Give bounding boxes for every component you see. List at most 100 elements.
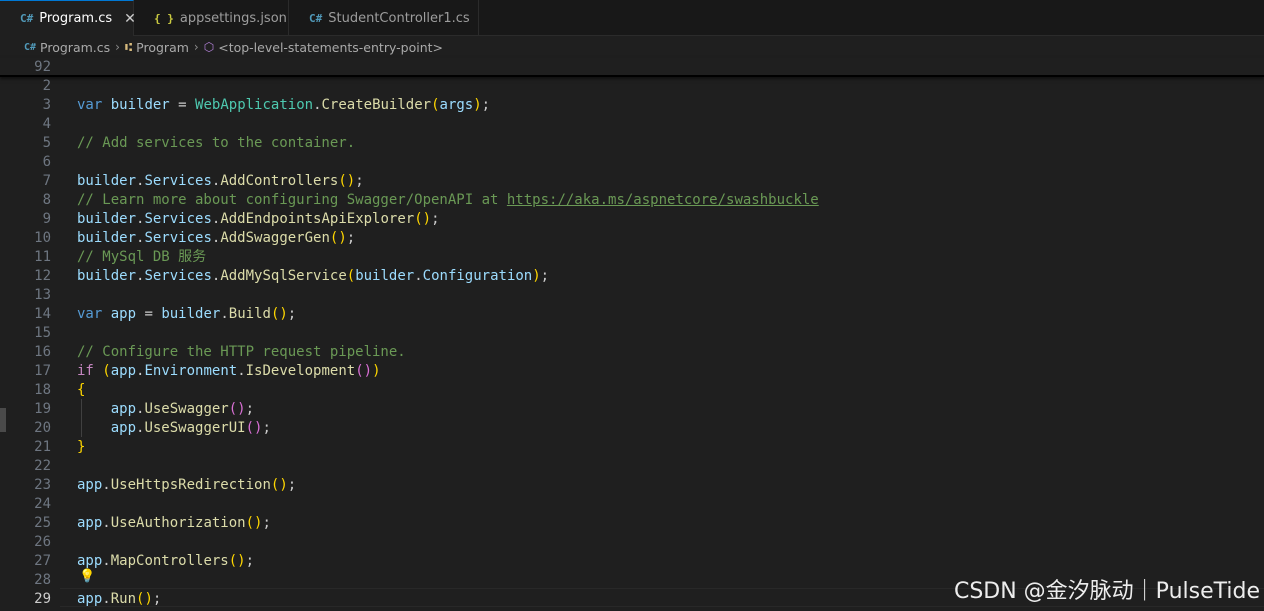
code-token: Run [110, 591, 137, 607]
code-token: IsDevelopment [245, 363, 356, 379]
code-token: if [77, 363, 94, 379]
breadcrumb: C# Program.cs › ⑆ Program › ⬡ <top-level… [0, 36, 1264, 58]
tab-studentcontroller1-cs[interactable]: C# StudentController1.cs [289, 0, 479, 36]
line-number: 18 [34, 382, 51, 398]
method-cube-icon: ⬡ [203, 40, 215, 54]
code-token: () [136, 591, 153, 607]
line-number: 8 [42, 192, 51, 208]
code-token: . [237, 363, 246, 379]
breadcrumb-item-entry-point[interactable]: <top-level-statements-entry-point> [218, 40, 443, 55]
code-token: var [77, 306, 103, 322]
code-token: app [77, 515, 103, 531]
chevron-right-icon: › [193, 40, 199, 54]
code-line[interactable]: 12 builder.Services.AddMySqlService(build… [0, 267, 1264, 286]
code-token: Services [144, 173, 212, 189]
code-line[interactable]: 19 app.UseSwagger(); [0, 400, 1264, 419]
code-token: ) [532, 268, 541, 284]
tab-program-cs[interactable]: C# Program.cs ✕ [0, 0, 136, 36]
code-line[interactable]: 8 // Learn more about configuring Swagger… [0, 191, 1264, 210]
code-token: . [102, 553, 111, 569]
code-text: app.Run(); [77, 590, 161, 609]
breadcrumb-item-file[interactable]: Program.cs [40, 40, 110, 55]
code-token: app [77, 553, 103, 569]
code-line[interactable]: 17 if (app.Environment.IsDevelopment()) [0, 362, 1264, 381]
code-token: ; [355, 173, 364, 189]
code-line[interactable]: 4 [0, 115, 1264, 134]
csharp-file-icon: C# [20, 12, 34, 25]
code-line[interactable]: 18 { [0, 381, 1264, 400]
code-line[interactable]: 20 app.UseSwaggerUI(); [0, 419, 1264, 438]
code-text: builder.Services.AddEndpointsApiExplorer… [77, 210, 440, 229]
sticky-scroll-header[interactable]: 92 [0, 58, 1264, 77]
code-text: builder.Services.AddSwaggerGen(); [77, 229, 355, 248]
code-token: ; [152, 591, 162, 607]
code-token: ) [473, 97, 482, 113]
code-line[interactable]: 11 // MySql DB 服务 [0, 248, 1264, 267]
code-text: builder.Services.AddControllers(); [77, 172, 364, 191]
code-token: ; [540, 268, 550, 284]
tab-appsettings-json[interactable]: { } appsettings.json [134, 0, 289, 36]
code-line[interactable]: 14 var app = builder.Build(); [0, 305, 1264, 324]
namespace-icon: ⑆ [124, 40, 133, 54]
code-token: // Configure the HTTP request pipeline. [77, 344, 406, 360]
code-token: = [136, 306, 162, 322]
code-token: ; [245, 401, 255, 417]
code-line[interactable]: 26 [0, 533, 1264, 552]
code-line[interactable]: 27 app.MapControllers(); [0, 552, 1264, 571]
code-token: var [77, 97, 103, 113]
code-line[interactable]: 2 [0, 77, 1264, 96]
code-line[interactable]: 13 [0, 286, 1264, 305]
code-token: Services [144, 268, 212, 284]
code-token: UseHttpsRedirection [110, 477, 271, 493]
code-token: AddControllers [220, 173, 339, 189]
code-text: app.MapControllers(); [77, 552, 254, 571]
code-line[interactable]: 25 app.UseAuthorization(); [0, 514, 1264, 533]
code-line[interactable]: 21} [0, 438, 1264, 457]
chevron-right-icon: › [115, 40, 120, 54]
code-text: var builder = WebApplication.CreateBuild… [77, 96, 490, 115]
code-line[interactable]: 15 [0, 324, 1264, 343]
code-token: Services [144, 211, 212, 227]
code-token: WebApplication [195, 97, 314, 113]
code-line[interactable]: 10 builder.Services.AddSwaggerGen(); [0, 229, 1264, 248]
json-file-icon: { } [154, 11, 174, 25]
code-line[interactable]: 9 builder.Services.AddEndpointsApiExplore… [0, 210, 1264, 229]
code-line[interactable]: 7 builder.Services.AddControllers(); [0, 172, 1264, 191]
code-token: Environment [144, 363, 238, 379]
csharp-file-icon: C# [24, 41, 37, 53]
code-token: } [77, 439, 86, 455]
code-token: ; [262, 420, 271, 436]
code-token: () [355, 363, 373, 379]
code-link[interactable]: https://aka.ms/aspnetcore/swashbuckle [507, 192, 819, 208]
code-token: () [270, 306, 288, 322]
code-line[interactable]: 23 app.UseHttpsRedirection(); [0, 476, 1264, 495]
code-token: ( [102, 363, 111, 379]
code-editor[interactable]: 💡 2 3 var builder = WebApplication.CreateB… [0, 77, 1264, 611]
tab-label: appsettings.json [179, 10, 287, 26]
line-number: 5 [42, 135, 51, 151]
breadcrumb-item-class[interactable]: Program [136, 40, 189, 55]
line-number: 27 [34, 553, 51, 569]
code-line[interactable]: 16 // Configure the HTTP request pipeline… [0, 343, 1264, 362]
line-number: 28 [34, 572, 51, 588]
code-line[interactable]: 5 // Add services to the container. [0, 134, 1264, 153]
code-text: builder.Services.AddMySqlService(builder… [77, 267, 549, 286]
code-token: app [110, 363, 137, 379]
code-line[interactable]: 3 var builder = WebApplication.CreateBuil… [0, 96, 1264, 115]
code-token: UseSwagger [144, 401, 229, 417]
line-number: 23 [34, 477, 51, 493]
code-line[interactable]: 22 [0, 457, 1264, 476]
code-token: builder [355, 268, 415, 284]
code-token: . [102, 591, 111, 607]
code-token: builder [77, 268, 137, 284]
code-token: () [270, 477, 288, 493]
code-line[interactable]: 6 [0, 153, 1264, 172]
code-line[interactable]: 24 [0, 495, 1264, 514]
line-number: 12 [34, 268, 51, 284]
code-text: app.UseSwagger(); [77, 400, 254, 419]
code-token: // Add services to the container. [77, 135, 356, 151]
